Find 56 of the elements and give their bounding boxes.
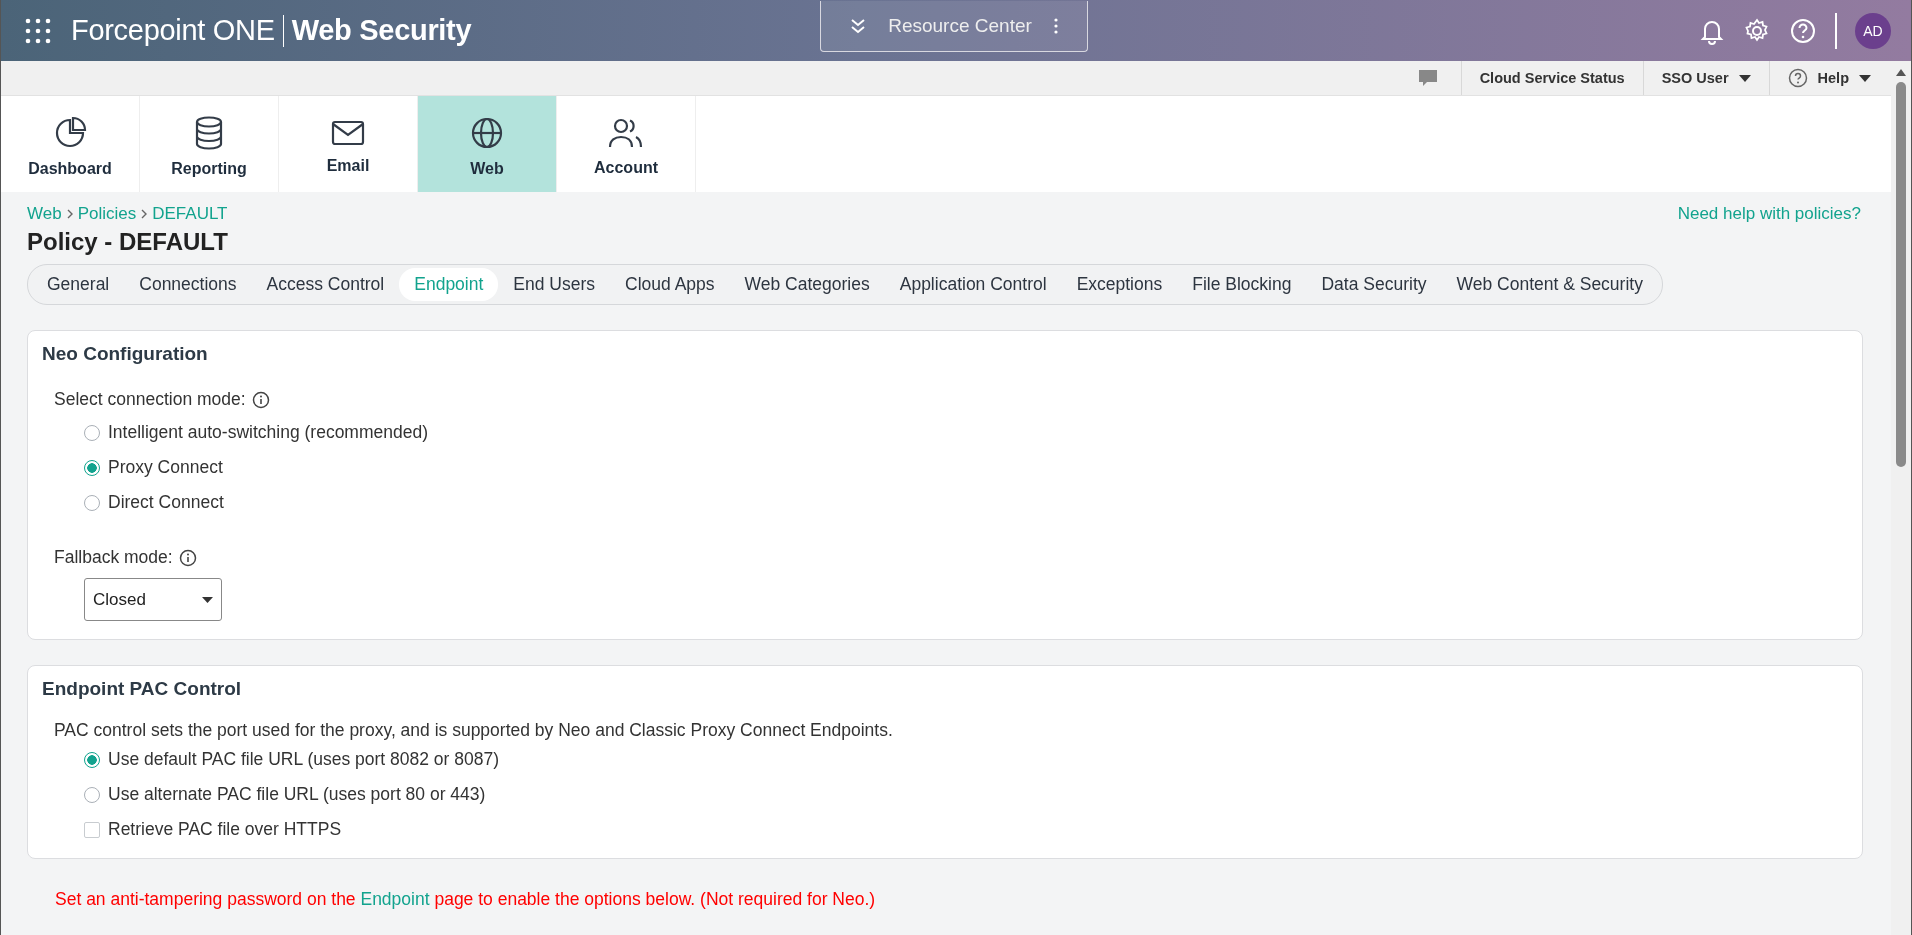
info-icon[interactable] [178,548,197,567]
scroll-up-icon[interactable] [1896,69,1906,76]
double-chevron-icon [850,17,867,35]
app-grid-icon[interactable] [25,17,51,44]
tab[interactable]: Data Security [1306,268,1442,301]
product-name: Forcepoint ONE [71,14,275,47]
checkbox[interactable] [84,821,100,838]
scrollbar-thumb[interactable] [1896,82,1906,467]
radio-button[interactable] [84,494,100,511]
more-vertical-icon [1053,18,1058,34]
option-label: Retrieve PAC file over HTTPS [108,819,342,840]
page-title: Policy - DEFAULT [27,228,229,256]
warning-text: Set an anti-tampering password on the Endpoint page to enable the options below. (Not required for Neo.) [55,889,877,910]
help-icon[interactable] [1789,16,1817,45]
database-icon [194,115,224,150]
user-avatar[interactable]: AD [1855,12,1891,49]
tab[interactable]: Web Content & Security [1441,268,1658,301]
info-icon[interactable] [251,390,270,409]
section-title: Endpoint PAC Control [42,678,243,700]
tab[interactable]: General [32,268,125,301]
tab[interactable]: File Blocking [1177,268,1307,301]
utility-menu-button[interactable]: Cloud Service Status [1460,61,1643,95]
users-icon [608,116,644,149]
field-label: Select connection mode: [54,389,246,410]
option-label: Direct Connect [108,492,224,513]
option-label: Use alternate PAC file URL (uses port 80 or 443) [108,784,486,805]
field-label: Fallback mode: [54,547,173,568]
tab[interactable]: Connections [124,268,252,301]
tab[interactable]: Cloud Apps [610,268,730,301]
pie-chart-icon [53,115,87,150]
utility-menu-button[interactable]: Help [1768,61,1889,95]
fallback-mode-dropdown[interactable]: Closed [84,578,222,621]
utility-menu-button[interactable]: SSO User [1642,61,1769,95]
option-label: Use default PAC file URL (uses port 8082 or 8087) [108,749,500,770]
radio-button[interactable] [84,751,100,768]
option-label: Proxy Connect [108,457,223,478]
section-title: Neo Configuration [42,343,209,365]
nav-tile[interactable]: Web [418,96,557,192]
tab[interactable]: Access Control [251,268,400,301]
chat-icon[interactable] [1416,68,1439,88]
description-text: PAC control sets the port used for the proxy, and is supported by Neo and Classic Proxy Connect Endpoints. [54,720,894,741]
tab[interactable]: End Users [498,268,611,301]
chevron-right-icon [141,209,148,219]
caret-icon [202,596,213,603]
globe-icon [470,115,504,150]
radio-button[interactable] [84,786,100,803]
option-label: Intelligent auto-switching (recommended) [108,422,429,443]
radio-button[interactable] [84,424,100,441]
chevron-right-icon [66,209,73,219]
help-icon [1787,68,1808,88]
radio-button[interactable] [84,459,100,476]
tab[interactable]: Application Control [884,268,1062,301]
module-name: Web Security [291,14,472,47]
tab[interactable]: Exceptions [1061,268,1178,301]
mail-icon [331,118,365,147]
tab[interactable]: Web Categories [729,268,885,301]
